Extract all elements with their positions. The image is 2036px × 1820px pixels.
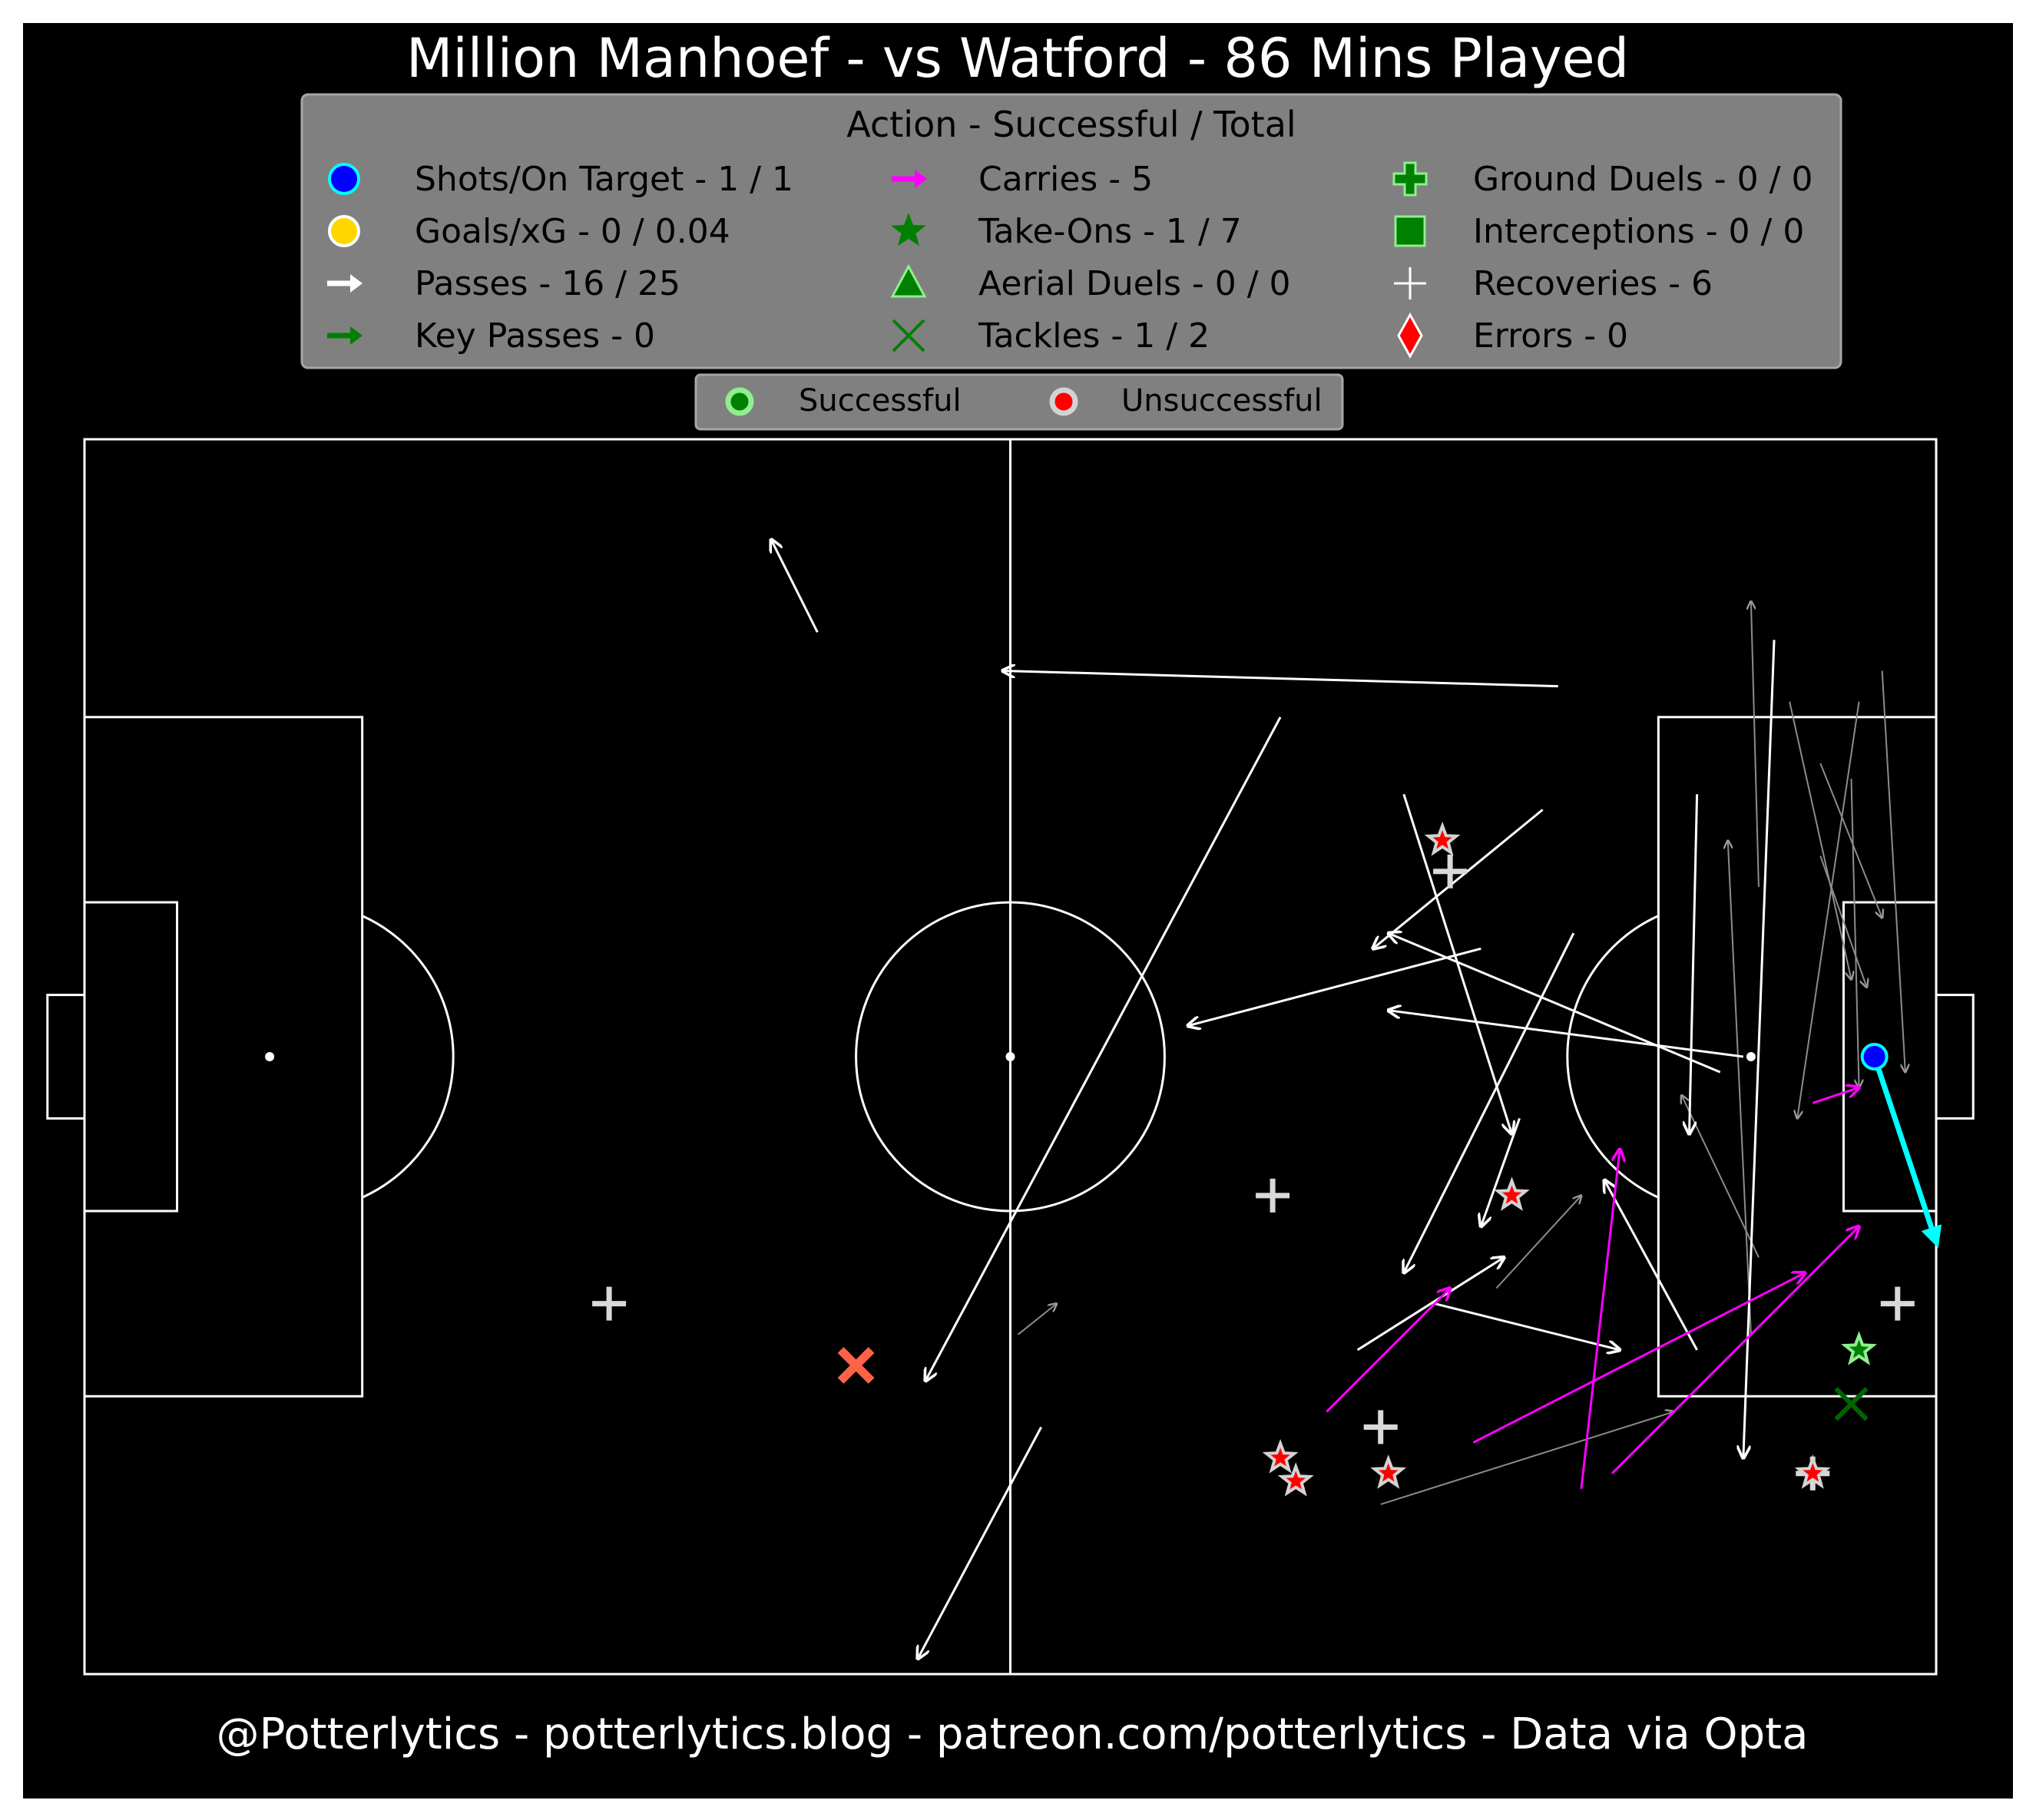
left-goal [46, 994, 86, 1120]
pitch-chart: Million Manhoef - vs Watford - 86 Mins P… [46, 27, 1975, 1759]
legend-item-label: Carries - 5 [978, 160, 1153, 199]
footer-credits: @Potterlytics - potterlytics.blog - patr… [217, 1709, 1809, 1759]
successful-pass-arrow [1434, 1302, 1620, 1350]
unsuccessful-label: Unsuccessful [1121, 383, 1323, 419]
unsuccessful-pass-arrow [1751, 601, 1760, 887]
take-on-success-marker [1841, 1331, 1877, 1365]
recovery-marker [1363, 1410, 1398, 1444]
centre-spot [1005, 1052, 1015, 1061]
successful-label: Successful [799, 383, 962, 419]
successful-pass-arrow [1188, 947, 1481, 1026]
successful-pass-arrow [1481, 1117, 1521, 1226]
unsuccessful-pass-arrow [1797, 701, 1860, 1119]
right-penalty-arc [1566, 915, 1659, 1199]
interception-square-icon [1394, 215, 1426, 247]
legend-item-label: Key Passes - 0 [415, 316, 655, 356]
legend-item-label: Tackles - 1 / 2 [978, 316, 1210, 356]
successful-marker-icon [725, 387, 754, 416]
successful-pass-arrow [918, 1426, 1043, 1658]
successful-pass-arrow [925, 716, 1282, 1381]
take-on-fail-marker [1493, 1176, 1530, 1211]
take-on-fail-marker [1277, 1462, 1314, 1497]
recovery-marker [592, 1286, 627, 1321]
shot-arrow [1872, 1055, 1942, 1249]
legend-item-label: Interceptions - 0 / 0 [1473, 212, 1804, 251]
carry-arrow [1472, 1272, 1805, 1444]
legend-item-label: Ground Duels - 0 / 0 [1473, 160, 1813, 199]
unsuccessful-pass-arrow [1380, 1411, 1674, 1505]
successful-pass-arrow [1356, 1257, 1505, 1352]
legend-item-label: Take-Ons - 1 / 7 [978, 212, 1242, 251]
carry-arrow [1580, 1150, 1620, 1489]
right-penalty-spot [1746, 1052, 1756, 1061]
legend-item-label: Goals/xG - 0 / 0.04 [415, 212, 730, 251]
left-penalty-spot [265, 1052, 275, 1061]
left-six-yard-box [83, 901, 179, 1213]
right-goal [1935, 994, 1975, 1120]
legend-item-label: Shots/On Target - 1 / 1 [415, 160, 793, 199]
successful-pass-arrow [1690, 794, 1699, 1133]
legend: Action - Successful / Total Shots/On Tar… [300, 93, 1842, 369]
left-penalty-arc [362, 915, 455, 1199]
take-on-fail-marker [1370, 1454, 1407, 1489]
shot-circle-icon [328, 163, 360, 195]
right-penalty-area [1657, 716, 1938, 1398]
take-on-fail-marker [1262, 1438, 1299, 1474]
take-on-fail-marker [1794, 1454, 1831, 1489]
unsuccessful-pass-arrow [1495, 1196, 1581, 1289]
recovery-marker [1256, 1178, 1290, 1213]
legend-item-label: Passes - 16 / 25 [415, 264, 680, 303]
successful-pass-arrow [1404, 932, 1575, 1272]
successful-pass-arrow [1743, 640, 1776, 1458]
successful-pass-arrow [1373, 809, 1544, 948]
unsuccessful-marker-icon [1049, 387, 1078, 416]
left-penalty-area [83, 716, 364, 1398]
unsuccessful-pass-arrow [1789, 701, 1851, 980]
recovery-marker [1433, 854, 1468, 888]
unsuccessful-pass-arrow [1681, 1095, 1760, 1258]
goal-circle-icon [328, 215, 360, 247]
legend-title: Action - Successful / Total [846, 104, 1296, 145]
take-on-fail-marker [1424, 821, 1461, 856]
legend-item-label: Recoveries - 6 [1473, 264, 1713, 303]
chart-title: Million Manhoef - vs Watford - 86 Mins P… [406, 27, 1629, 90]
events-layer [592, 540, 1942, 1659]
unsuccessful-pass-arrow [1728, 841, 1752, 1335]
unsuccessful-pass-arrow [1881, 670, 1905, 1073]
carry-arrow [1326, 1289, 1450, 1413]
shot-marker [1860, 1043, 1889, 1070]
carry-arrow [1812, 1087, 1859, 1104]
successful-pass-arrow [1604, 1180, 1698, 1351]
successful-pass-arrow [1389, 933, 1721, 1074]
status-legend: Successful Unsuccessful [694, 373, 1344, 431]
successful-pass-arrow [1002, 671, 1558, 688]
unsuccessful-pass-arrow [1850, 779, 1859, 1087]
legend-item-label: Errors - 0 [1473, 316, 1628, 356]
tackle-fail-marker [837, 1347, 875, 1384]
tackle-success-marker [1834, 1387, 1869, 1421]
right-six-yard-box [1842, 901, 1938, 1213]
recovery-marker [1880, 1286, 1915, 1321]
legend-item-label: Aerial Duels - 0 / 0 [978, 264, 1291, 303]
successful-pass-arrow [771, 540, 819, 633]
unsuccessful-pass-arrow [1017, 1304, 1057, 1335]
